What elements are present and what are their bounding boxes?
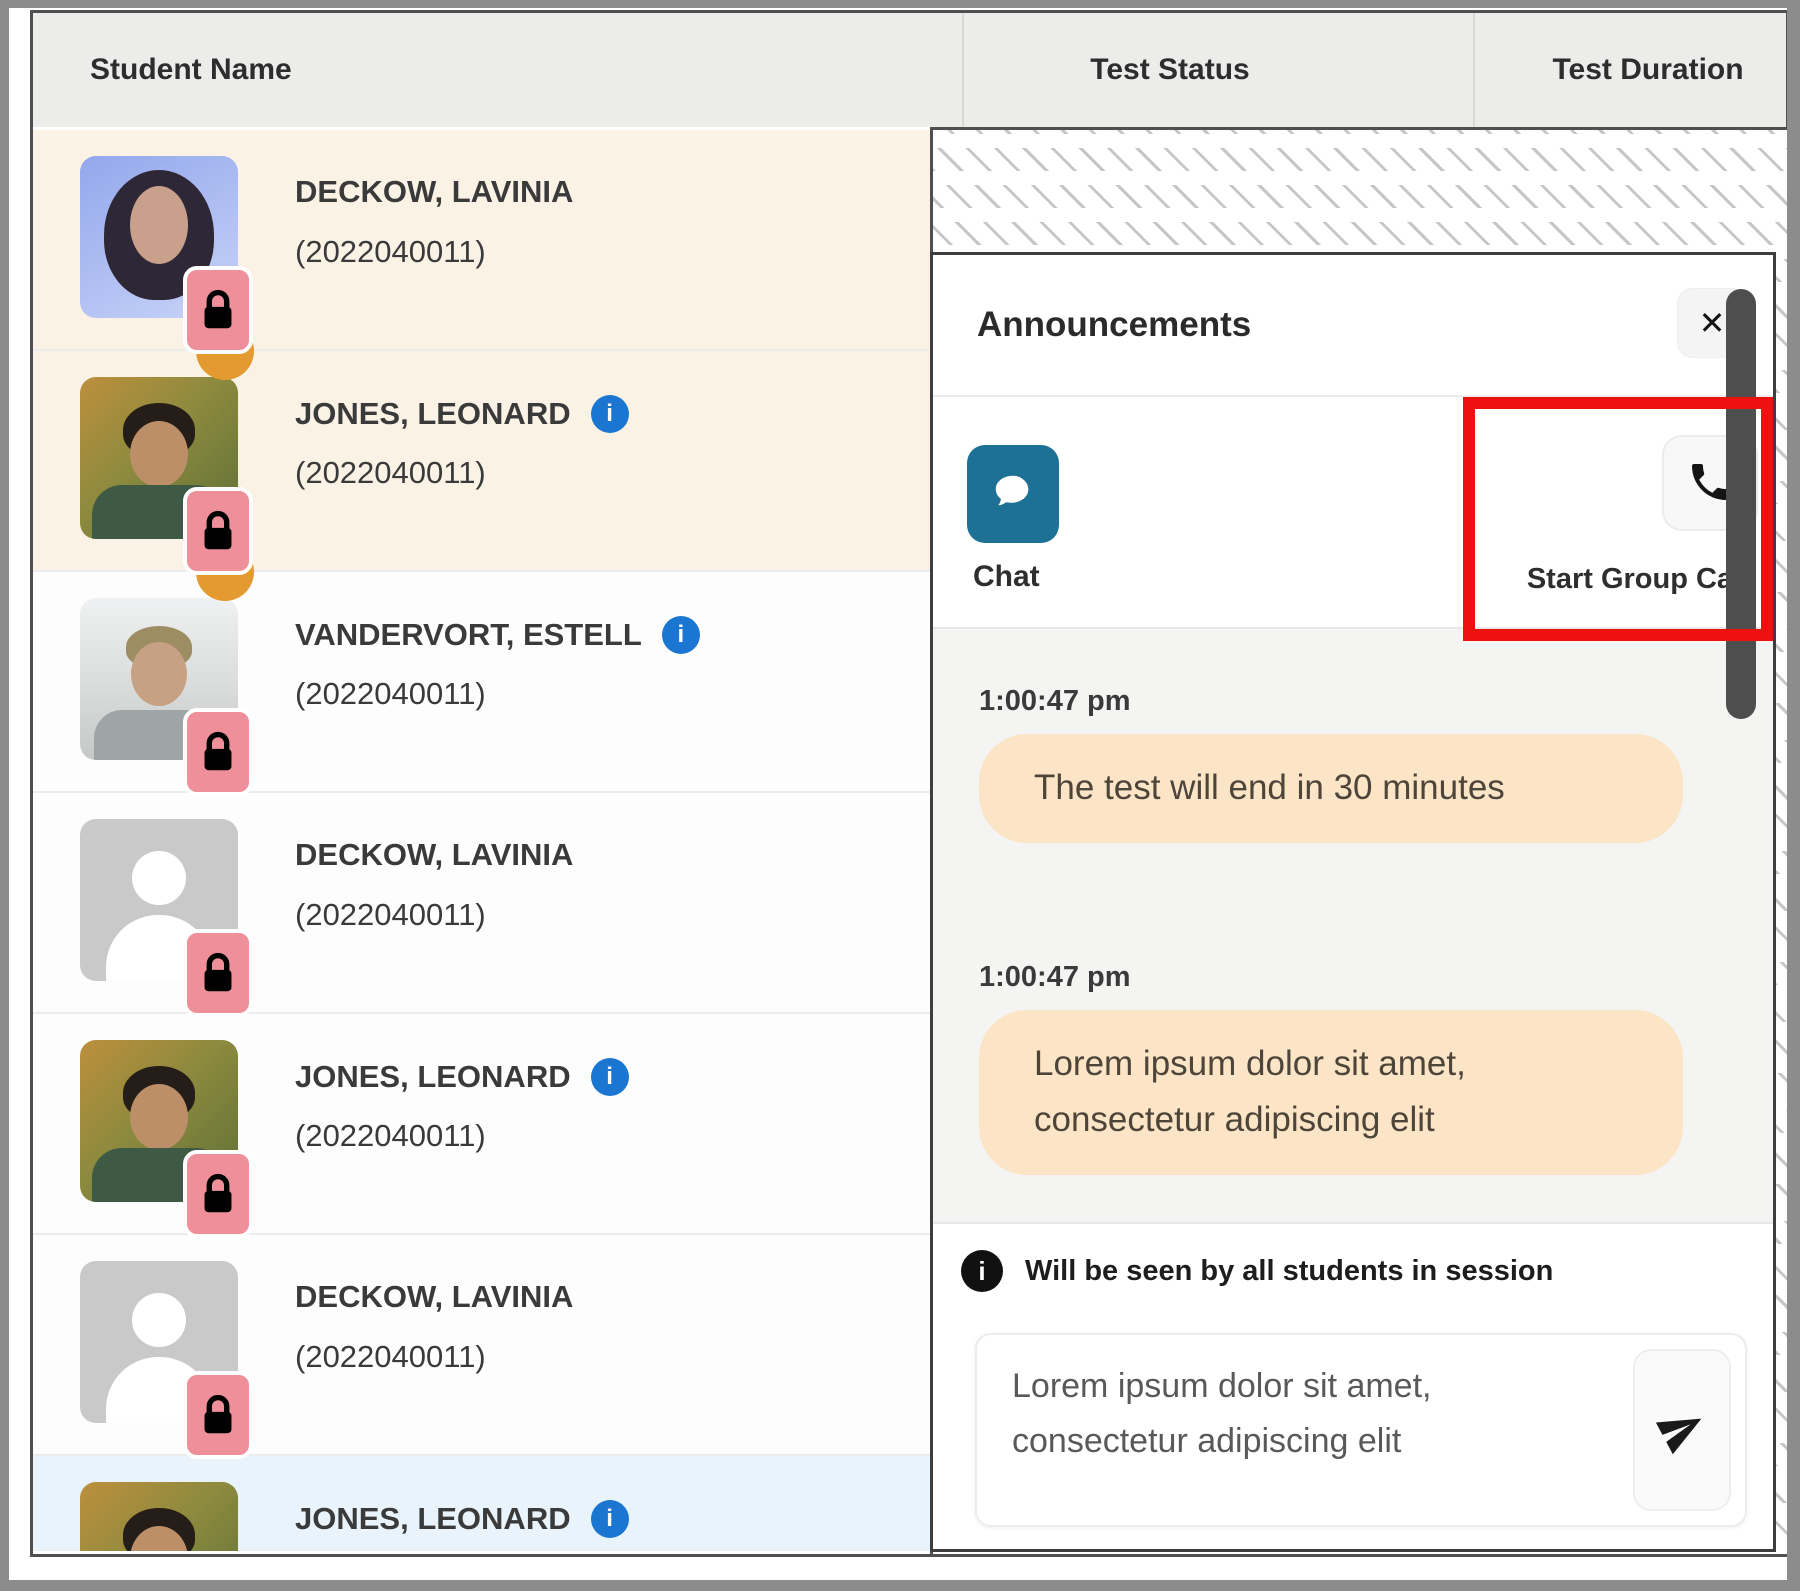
info-icon[interactable]: i: [591, 1058, 629, 1096]
start-group-call-highlight-annotation: [1463, 397, 1773, 641]
message-timestamp: 1:00:47 pm: [979, 961, 1683, 994]
student-row[interactable]: VANDERVORT, ESTELL i (2022040011): [33, 570, 930, 791]
student-name-text: DECKOW, LAVINIA: [295, 837, 573, 873]
student-row[interactable]: DECKOW, LAVINIA (2022040011): [33, 1233, 930, 1454]
chat-button[interactable]: [967, 445, 1059, 543]
lock-icon: [183, 929, 253, 1017]
student-name-text: VANDERVORT, ESTELL: [295, 617, 642, 653]
chat-label: Chat: [973, 560, 1040, 594]
student-id: (2022040011): [295, 1339, 486, 1375]
student-name: JONES, LEONARD i: [295, 1058, 629, 1096]
student-name: DECKOW, LAVINIA: [295, 837, 573, 873]
send-icon: [1658, 1405, 1706, 1456]
student-name-text: JONES, LEONARD: [295, 1059, 571, 1095]
student-name-text: JONES, LEONARD: [295, 1501, 571, 1537]
announcement-input[interactable]: Lorem ipsum dolor sit amet, consectetur …: [975, 1333, 1747, 1527]
panel-title: Announcements: [977, 255, 1251, 395]
broadcast-notice: i Will be seen by all students in sessio…: [961, 1250, 1553, 1292]
student-list: DECKOW, LAVINIA(2022040011)JONES, LEONAR…: [33, 130, 930, 1551]
student-row[interactable]: DECKOW, LAVINIA (2022040011): [33, 130, 930, 349]
student-name: DECKOW, LAVINIA: [295, 174, 573, 210]
column-header-test-duration: Test Duration: [1552, 13, 1743, 127]
student-id: (2022040011): [295, 676, 486, 712]
announcements-panel: Announcements ✕ Chat Start Group Call 1:…: [930, 252, 1776, 1552]
lock-icon: [183, 1371, 253, 1459]
announcement-bubble: Lorem ipsum dolor sit amet, consectetur …: [979, 1010, 1683, 1175]
send-button[interactable]: [1633, 1349, 1731, 1511]
avatar-photo: [80, 1482, 238, 1551]
student-id: (2022040011): [295, 455, 486, 491]
info-icon: i: [961, 1250, 1003, 1292]
student-row[interactable]: JONES, LEONARD i (2022040011): [33, 349, 930, 570]
column-header-student-name: Student Name: [90, 13, 292, 127]
announcement-bubble: The test will end in 30 minutes: [979, 734, 1683, 843]
broadcast-notice-text: Will be seen by all students in session: [1025, 1255, 1553, 1288]
lock-icon: [183, 1150, 253, 1238]
table-header: Student Name Test Status Test Duration: [33, 13, 1786, 127]
student-id: (2022040011): [295, 234, 486, 270]
student-row[interactable]: DECKOW, LAVINIA (2022040011): [33, 791, 930, 1012]
column-divider: [1473, 13, 1475, 127]
student-name-text: DECKOW, LAVINIA: [295, 1279, 573, 1315]
student-name: VANDERVORT, ESTELL i: [295, 616, 700, 654]
student-name: DECKOW, LAVINIA: [295, 1279, 573, 1315]
student-name: JONES, LEONARD i: [295, 395, 629, 433]
lock-icon: [183, 266, 253, 354]
proctoring-screen: Student Name Test Status Test Duration D…: [0, 0, 1800, 1591]
lock-icon: [183, 487, 253, 575]
announcement-input-value: Lorem ipsum dolor sit amet, consectetur …: [1012, 1359, 1582, 1469]
student-id: (2022040011): [295, 1118, 486, 1154]
student-id: (2022040011): [295, 897, 486, 933]
student-name-text: DECKOW, LAVINIA: [295, 174, 573, 210]
close-icon: ✕: [1699, 304, 1726, 342]
info-icon[interactable]: i: [591, 395, 629, 433]
student-name-text: JONES, LEONARD: [295, 396, 571, 432]
column-divider: [962, 13, 964, 127]
message-timestamp: 1:00:47 pm: [979, 685, 1683, 718]
student-row[interactable]: JONES, LEONARDi(2022040011): [33, 1454, 930, 1551]
info-icon[interactable]: i: [662, 616, 700, 654]
student-row[interactable]: JONES, LEONARD i (2022040011): [33, 1012, 930, 1233]
column-header-test-status: Test Status: [1090, 13, 1249, 127]
chat-bubble-icon: [990, 470, 1036, 519]
info-icon[interactable]: i: [591, 1500, 629, 1538]
student-name: JONES, LEONARD i: [295, 1500, 629, 1538]
announcement-messages: 1:00:47 pm The test will end in 30 minute…: [933, 627, 1773, 1224]
lock-icon: [183, 708, 253, 796]
